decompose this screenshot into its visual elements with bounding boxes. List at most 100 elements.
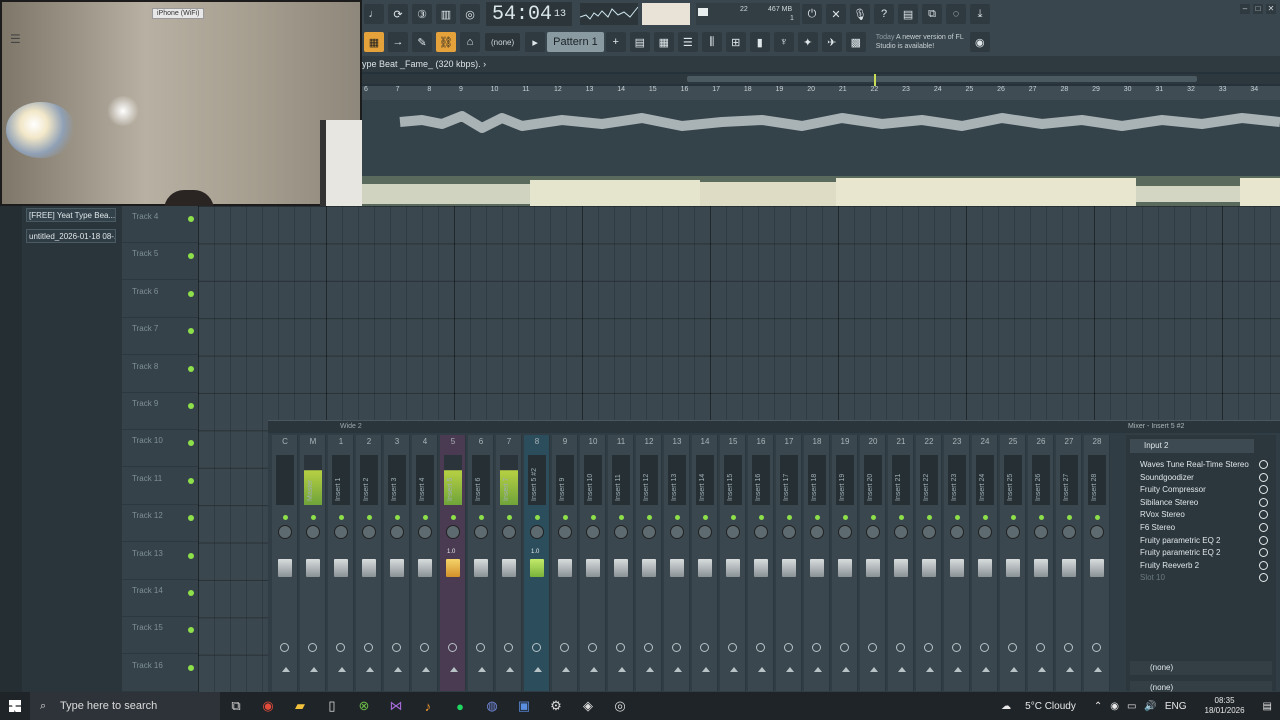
strip-volume-fader[interactable] (502, 559, 516, 577)
song-time-display[interactable]: 54:04 13 (486, 2, 573, 26)
mixer-strip[interactable]: 16 Insert 16 (748, 435, 774, 691)
strip-route-knob[interactable] (616, 643, 625, 652)
strip-volume-fader[interactable] (418, 559, 432, 577)
fx-output-1[interactable]: (none) (1130, 661, 1272, 675)
playlist-scrollbar[interactable] (362, 74, 1280, 84)
strip-route-knob[interactable] (840, 643, 849, 652)
audio-input-selector[interactable]: Input 2 (1130, 439, 1254, 453)
strip-route-arrow-icon[interactable] (954, 667, 962, 672)
audio-clip-1[interactable] (362, 100, 1280, 176)
mixer-strip[interactable]: 20 Insert 20 (860, 435, 886, 691)
strip-volume-fader[interactable] (782, 559, 796, 577)
scroll-thumb[interactable] (687, 76, 1197, 82)
strip-enable-led[interactable] (787, 515, 792, 520)
strip-route-knob[interactable] (420, 643, 429, 652)
mixer-strip[interactable]: 25 Insert 25 (1000, 435, 1026, 691)
close-icon[interactable]: ✕ (1266, 4, 1276, 14)
app-2-icon[interactable]: ◈ (572, 692, 604, 720)
track-header[interactable]: Track 10 (122, 430, 198, 468)
strip-pan-knob[interactable] (922, 525, 936, 539)
mixer-strip[interactable]: 18 Insert 18 (804, 435, 830, 691)
fx-slot-power-icon[interactable] (1259, 523, 1268, 532)
strip-pan-knob[interactable] (950, 525, 964, 539)
project-icon[interactable]: ▮ (749, 32, 770, 52)
step-edit-icon[interactable]: ▥ (436, 4, 456, 24)
strip-enable-led[interactable] (619, 515, 624, 520)
obs-icon[interactable]: ◎ (604, 692, 636, 720)
strip-volume-fader[interactable] (278, 559, 292, 577)
strip-enable-led[interactable] (563, 515, 568, 520)
strip-route-knob[interactable] (1008, 643, 1017, 652)
mixer-view-icon[interactable]: ⧉ (922, 4, 943, 24)
strip-route-arrow-icon[interactable] (702, 667, 710, 672)
strip-pan-knob[interactable] (698, 525, 712, 539)
strip-enable-led[interactable] (983, 515, 988, 520)
strip-volume-fader[interactable] (922, 559, 936, 577)
app-icon[interactable]: ▣ (508, 692, 540, 720)
strip-enable-led[interactable] (815, 515, 820, 520)
spotify-icon[interactable]: ● (444, 692, 476, 720)
mixer-strip[interactable]: 8 Insert 5 #2 1.0 (524, 435, 550, 691)
strip-enable-led[interactable] (871, 515, 876, 520)
track-header[interactable]: Track 16 (122, 655, 198, 692)
strip-route-knob[interactable] (980, 643, 989, 652)
strip-route-knob[interactable] (532, 643, 541, 652)
track-header[interactable]: Track 11 (122, 468, 198, 505)
strip-enable-led[interactable] (535, 515, 540, 520)
strip-route-arrow-icon[interactable] (450, 667, 458, 672)
strip-pan-knob[interactable] (614, 525, 628, 539)
news-panel[interactable]: Today A newer version of FL Studio is av… (876, 33, 968, 51)
strip-route-knob[interactable] (924, 643, 933, 652)
strip-volume-fader[interactable] (530, 559, 544, 577)
fx-slot-power-icon[interactable] (1259, 535, 1268, 545)
strip-enable-led[interactable] (731, 515, 736, 520)
strip-enable-led[interactable] (283, 515, 288, 520)
strip-route-arrow-icon[interactable] (590, 667, 598, 672)
mixer-strip[interactable]: 22 Insert 22 (916, 435, 942, 691)
mixer-strip[interactable]: 2 Insert 2 (356, 435, 382, 691)
strip-enable-led[interactable] (955, 515, 960, 520)
mixer-icon[interactable]: ⫼ (701, 32, 722, 52)
strip-route-knob[interactable] (504, 643, 513, 652)
strip-volume-fader[interactable] (1090, 559, 1104, 577)
strip-route-arrow-icon[interactable] (1038, 667, 1046, 672)
strip-enable-led[interactable] (311, 515, 316, 520)
strip-volume-fader[interactable] (642, 559, 656, 577)
strip-route-arrow-icon[interactable] (646, 667, 654, 672)
mixer-strip[interactable]: 13 Insert 13 (664, 435, 690, 691)
browser-item[interactable]: [FREE] Yeat Type Bea... (26, 208, 116, 222)
strip-volume-fader[interactable] (1034, 559, 1048, 577)
tray-chevron-icon[interactable]: ⌃ (1094, 701, 1102, 712)
strip-route-knob[interactable] (280, 643, 289, 652)
strip-volume-fader[interactable] (894, 559, 908, 577)
track-header[interactable]: Track 5 (122, 243, 198, 281)
strip-pan-knob[interactable] (782, 525, 796, 539)
strip-enable-led[interactable] (1095, 515, 1100, 520)
snap-icon[interactable]: ▦ (364, 32, 384, 52)
strip-route-arrow-icon[interactable] (1066, 667, 1074, 672)
mixer-strip[interactable]: 5 Insert 5 1.0 (440, 435, 466, 691)
menu-icon[interactable]: ☰ (10, 32, 24, 46)
xbox-icon[interactable]: ⊗ (348, 692, 380, 720)
file-explorer-icon[interactable]: ▰ (284, 692, 316, 720)
fx-slot[interactable]: Sibilance Stereo (1130, 497, 1272, 509)
countdown-icon[interactable]: ③ (412, 4, 432, 24)
strip-volume-fader[interactable] (586, 559, 600, 577)
browser-icon[interactable]: ⊞ (725, 32, 746, 52)
strip-pan-knob[interactable] (390, 525, 404, 539)
strip-enable-led[interactable] (843, 515, 848, 520)
strip-route-arrow-icon[interactable] (926, 667, 934, 672)
strip-route-knob[interactable] (952, 643, 961, 652)
strip-route-knob[interactable] (364, 643, 373, 652)
track-header[interactable]: Track 7 (122, 318, 198, 356)
track-header[interactable]: Track 14 (122, 580, 198, 617)
track-mute-led[interactable] (188, 290, 194, 297)
strip-route-arrow-icon[interactable] (310, 667, 318, 672)
mixer-strip[interactable]: 24 Insert 24 (972, 435, 998, 691)
steam-icon[interactable]: ⚙ (540, 692, 572, 720)
mixer-title-bar[interactable]: Wide 2 Mixer - Insert 5 #2 (268, 421, 1280, 433)
fx-slot[interactable]: Fruity parametric EQ 2 (1130, 547, 1272, 559)
strip-pan-knob[interactable] (978, 525, 992, 539)
wait-input-icon[interactable]: ⟳ (388, 4, 408, 24)
strip-volume-fader[interactable] (698, 559, 712, 577)
